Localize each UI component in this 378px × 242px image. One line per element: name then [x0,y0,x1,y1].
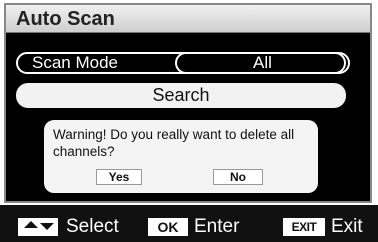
scan-mode-value: All [253,53,272,72]
warning-dialog: Warning! Do you really want to delete al… [44,120,318,193]
exit-key-icon: EXIT [283,218,325,236]
no-button[interactable]: No [213,169,263,185]
search-button[interactable]: Search [16,83,346,108]
down-arrow-icon [40,223,54,230]
select-hint: Select [66,216,119,237]
scan-mode-selector[interactable]: All [175,52,350,74]
scan-mode-label: Scan Mode [32,53,118,72]
scan-mode-row[interactable]: Scan Mode All [16,52,350,74]
enter-hint: Enter [194,216,240,237]
dialog-message: Warning! Do you really want to delete al… [53,127,295,159]
title-bar: Auto Scan [6,5,370,33]
page-title: Auto Scan [16,8,115,30]
auto-scan-screen: Auto Scan Scan Mode All Search Warning! … [4,3,372,203]
footer-legend: Select OK Enter EXIT Exit [0,205,378,242]
exit-hint: Exit [331,216,363,237]
up-arrow-icon [24,221,38,228]
ok-key-icon: OK [148,218,188,236]
up-down-arrows-icon [18,218,58,236]
yes-button[interactable]: Yes [96,169,142,185]
